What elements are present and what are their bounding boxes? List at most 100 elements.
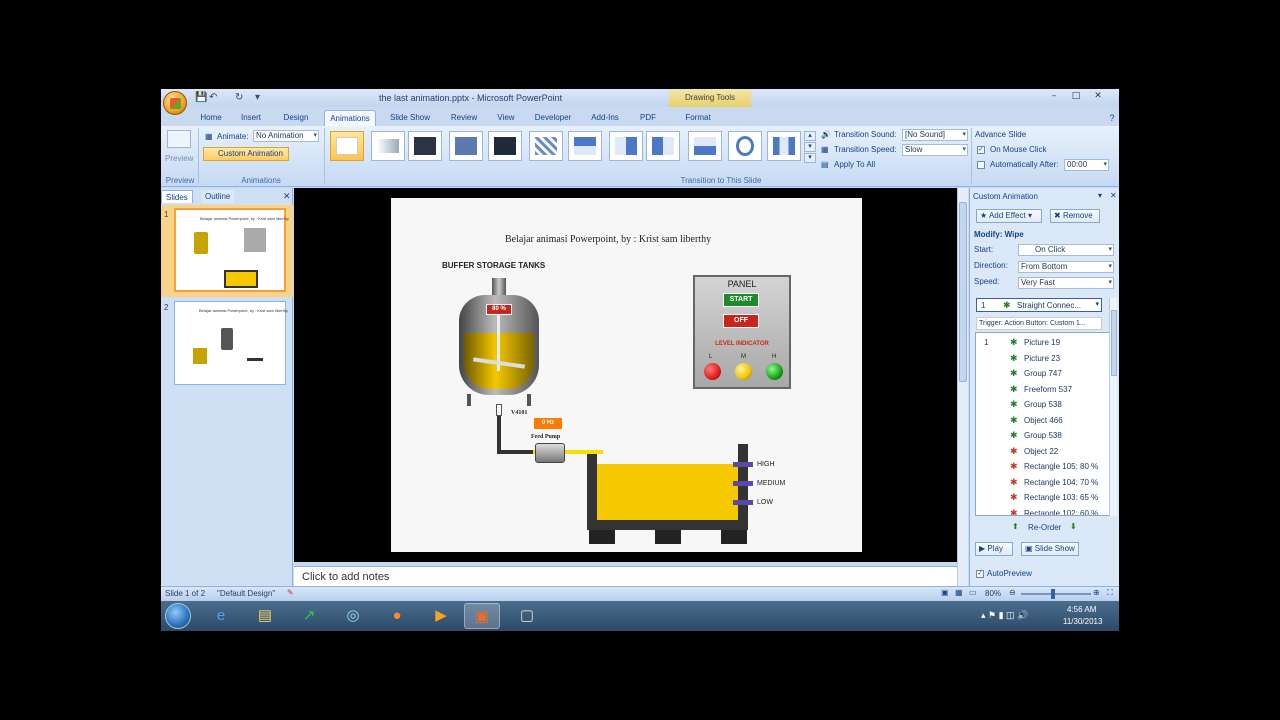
firefox-icon[interactable]: ● [379, 603, 415, 629]
animation-list-item[interactable]: ✱ Group 538 [976, 399, 1110, 413]
file-explorer-icon[interactable]: ▤ [247, 603, 283, 629]
start-button[interactable]: START [723, 293, 759, 307]
transition-wipe-up[interactable] [688, 131, 722, 161]
slide-thumbnail-1[interactable]: Belajar animasi Powerpoint, by : Krist s… [174, 208, 289, 292]
spelling-icon[interactable]: ✎ [287, 588, 294, 597]
transition-sound-dropdown[interactable]: [No Sound] [902, 129, 968, 141]
animation-list-item[interactable]: ✱ Picture 23 [976, 353, 1110, 367]
custom-animation-button[interactable]: Custom Animation [203, 147, 289, 161]
transition-cut[interactable] [449, 131, 483, 161]
automatically-after-input[interactable]: 00:00 [1064, 159, 1109, 171]
tab-format[interactable]: Format [680, 110, 716, 126]
qat-customize-icon[interactable]: ▾ [255, 92, 260, 104]
animation-list-item[interactable]: ✱ Rectangle 102: 60 % [976, 508, 1110, 516]
slide-canvas[interactable]: Belajar animasi Powerpoint, by : Krist s… [391, 198, 862, 552]
animation-list-item[interactable]: ✱ Rectangle 104: 70 % [976, 477, 1110, 491]
transition-wipe-right[interactable] [646, 131, 680, 161]
animation-list-item[interactable]: ✱ Object 466 [976, 415, 1110, 429]
tab-outline[interactable]: Outline [201, 190, 235, 203]
speed-dropdown[interactable]: Very Fast [1018, 277, 1114, 289]
tray-icons[interactable]: ▴ ⚑ ▮ ◫ 🔊 [981, 610, 1028, 621]
slide-sorter-icon[interactable]: ▦ [955, 588, 963, 597]
zoom-in-icon[interactable]: ⊕ [1093, 588, 1100, 597]
item-dropdown-icon[interactable]: ▾ [1095, 300, 1099, 308]
transitions-scroll-down[interactable]: ▾ [804, 142, 816, 152]
animation-list-item[interactable]: ✱ Freeform 537 [976, 384, 1110, 398]
transition-split[interactable] [767, 131, 801, 161]
slideshow-view-icon[interactable]: ▭ [969, 588, 977, 597]
normal-view-icon[interactable]: ▣ [941, 588, 949, 597]
close-icon[interactable]: ✕ [1091, 91, 1105, 101]
tab-slides[interactable]: Slides [161, 190, 193, 203]
slide-thumbnail-2[interactable]: Belajar animasi Powerpoint, by : Krist s… [174, 301, 288, 385]
transition-wipe-left[interactable] [609, 131, 643, 161]
apply-to-all-button[interactable]: Apply To All [834, 160, 875, 169]
automatically-after-checkbox[interactable] [977, 161, 985, 169]
animation-list-item[interactable]: ✱ Rectangle 105: 80 % [976, 461, 1110, 475]
reorder-down-icon[interactable]: ⬇ [1070, 522, 1077, 531]
transition-no-transition[interactable] [330, 131, 364, 161]
tab-pdf[interactable]: PDF [635, 110, 661, 126]
transition-cut-black[interactable] [488, 131, 522, 161]
reorder-up-icon[interactable]: ⬆ [1012, 522, 1019, 531]
off-button[interactable]: OFF [723, 314, 759, 328]
list-scroll-thumb[interactable] [1111, 310, 1117, 376]
autopreview-checkbox[interactable]: ✓ [976, 570, 984, 578]
undo-icon[interactable]: ↶ [209, 92, 217, 104]
fit-window-icon[interactable]: ⛶ [1107, 588, 1113, 598]
minimize-icon[interactable]: – [1047, 91, 1061, 101]
internet-explorer-icon[interactable]: e [203, 603, 239, 629]
notes-pane[interactable]: Click to add notes [294, 566, 957, 586]
transition-dissolve[interactable] [529, 131, 563, 161]
transition-fade-smoothly[interactable] [371, 131, 405, 161]
close-pane-icon[interactable]: ✕ [279, 190, 295, 203]
close-pane-icon[interactable]: ✕ [1110, 191, 1117, 200]
transition-wipe-down[interactable] [568, 131, 602, 161]
tab-developer[interactable]: Developer [531, 110, 575, 126]
zoom-level[interactable]: 80% [985, 589, 1001, 598]
zoom-slider[interactable] [1021, 589, 1091, 599]
animation-list-item[interactable]: ✱ Object 22 [976, 446, 1110, 460]
powerpoint-taskbar-icon[interactable]: ▣ [464, 603, 500, 629]
tab-view[interactable]: View [492, 110, 520, 126]
zoom-slider-handle[interactable] [1051, 589, 1055, 599]
office-button[interactable] [163, 91, 187, 115]
animation-list-item[interactable]: ✱ Group 747 [976, 368, 1110, 382]
zoom-out-icon[interactable]: ⊖ [1009, 588, 1016, 597]
chart-app-icon[interactable]: ↗ [291, 603, 327, 629]
transitions-more[interactable]: ▾ [804, 153, 816, 163]
tab-home[interactable]: Home [197, 110, 225, 126]
valve-v4101[interactable] [496, 404, 502, 416]
help-icon[interactable]: ? [1107, 110, 1117, 126]
on-mouse-click-checkbox[interactable]: ✓ [977, 146, 985, 154]
tab-slide-show[interactable]: Slide Show [387, 110, 433, 126]
transition-wheel[interactable] [728, 131, 762, 161]
direction-dropdown[interactable]: From Bottom [1018, 261, 1114, 273]
wireless-icon[interactable]: ◎ [335, 603, 371, 629]
animate-dropdown[interactable]: No Animation [253, 130, 319, 142]
slide-show-button[interactable]: ▣ Slide Show [1021, 542, 1079, 556]
transition-fade-black[interactable] [408, 131, 442, 161]
feed-pump[interactable] [535, 443, 565, 463]
remove-button[interactable]: ✖ Remove [1050, 209, 1100, 223]
redo-icon[interactable]: ↻ [235, 92, 243, 104]
scroll-thumb[interactable] [959, 202, 967, 382]
window-app-icon[interactable]: ▢ [509, 603, 545, 629]
tab-animations[interactable]: Animations [324, 110, 376, 126]
add-effect-button[interactable]: ★ Add Effect ▾ [976, 209, 1042, 223]
selected-effect-item[interactable]: 1 ✱ Straight Connec... ▾ [976, 298, 1102, 312]
maximize-icon[interactable]: □ [1069, 91, 1083, 101]
preview-button[interactable]: Preview [165, 154, 193, 163]
tab-design[interactable]: Design [279, 110, 313, 126]
media-player-icon[interactable]: ▶ [423, 603, 459, 629]
animation-list-item[interactable]: ✱ Group 538 [976, 430, 1110, 444]
start-dropdown[interactable]: On Click [1018, 244, 1114, 256]
animation-list-item[interactable]: 1 ✱ Picture 19 [976, 337, 1110, 351]
animation-list-scrollbar[interactable] [1109, 298, 1117, 516]
tab-add-ins[interactable]: Add-Ins [587, 110, 623, 126]
transitions-scroll-up[interactable]: ▴ [804, 131, 816, 141]
slide-scrollbar[interactable] [957, 188, 968, 586]
animation-list-item[interactable]: ✱ Rectangle 103: 65 % [976, 492, 1110, 506]
tab-insert[interactable]: Insert [236, 110, 266, 126]
save-icon[interactable]: 💾 [195, 92, 207, 104]
